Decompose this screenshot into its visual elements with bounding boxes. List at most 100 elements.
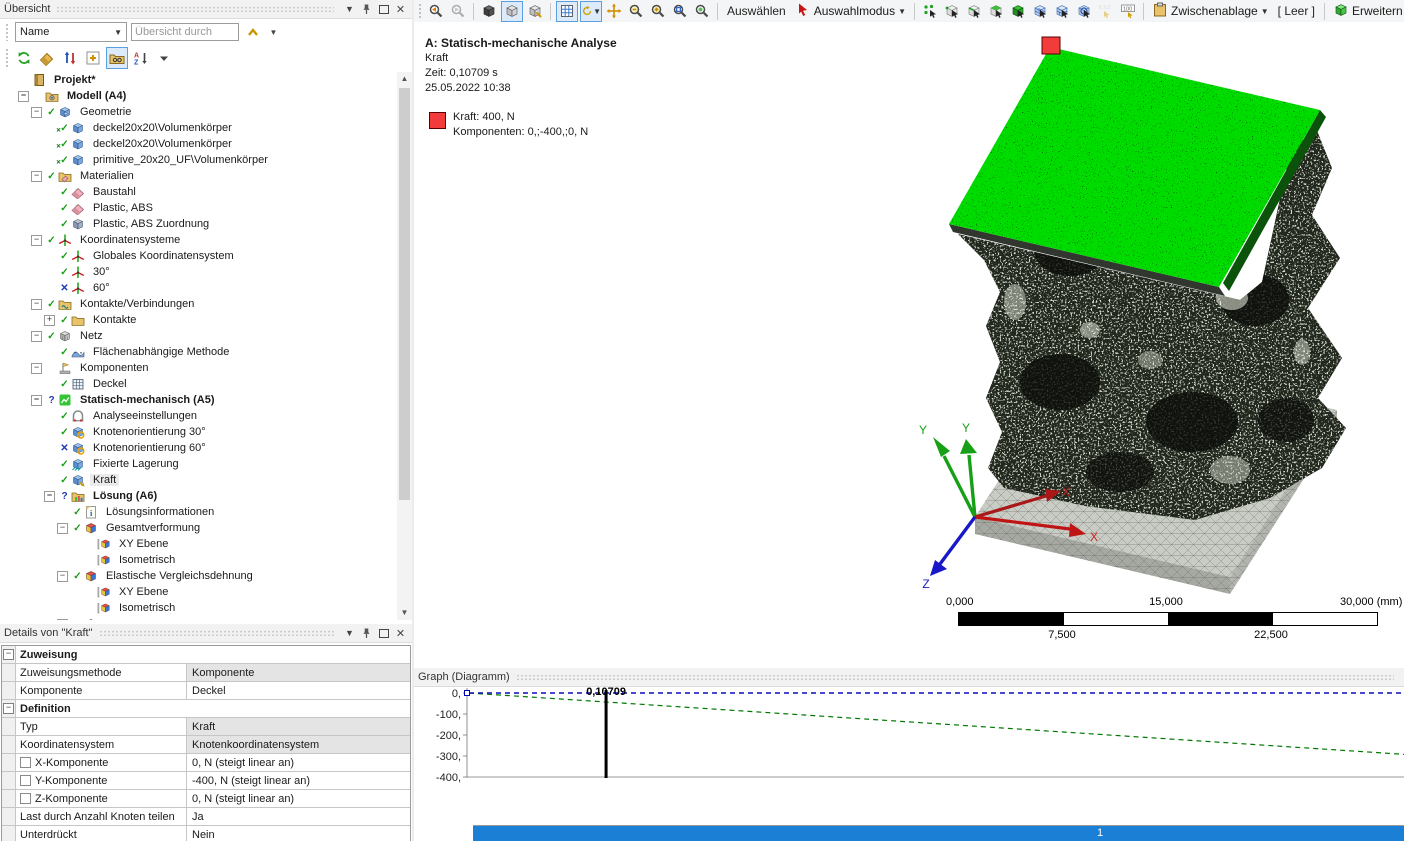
shaded-exterior-icon[interactable] [501, 0, 523, 22]
tree-item-deckel20x20-volumenk-rper[interactable]: ✓ deckel20x20\Volumenkörper [1, 120, 397, 136]
property-value[interactable]: Knotenkoordinatensystem [187, 736, 410, 753]
sort-icon[interactable] [60, 48, 80, 68]
tree-item-deckel[interactable]: ✓ Deckel [1, 376, 397, 392]
row-checkbox[interactable] [20, 757, 31, 768]
collapse-toggle[interactable]: − [31, 330, 42, 342]
property-value[interactable]: 0, N (steigt linear an) [187, 754, 410, 771]
selection-mode-dropdown[interactable]: Auswahlmodus ▼ [792, 2, 909, 21]
tree-item-kontakte[interactable]: + ✓ Kontakte [1, 312, 397, 328]
tree-item-kraft[interactable]: ✓ Kraft [1, 472, 397, 488]
filter-type-select[interactable]: Name ▼ [15, 22, 127, 42]
tree-item-netz[interactable]: − ✓ Netz [1, 328, 397, 344]
property-value[interactable]: -400, N (steigt linear an) [187, 772, 410, 789]
tree-scrollbar[interactable]: ▲ ▼ [397, 72, 412, 620]
property-value[interactable]: Nein [187, 826, 410, 841]
show-mesh-icon[interactable] [556, 0, 578, 22]
tree-item-60[interactable]: ✕ 60° [1, 280, 397, 296]
tree-item-koordinatensysteme[interactable]: − ✓ Koordinatensysteme [1, 232, 397, 248]
wireframe-icon[interactable] [525, 2, 545, 21]
zoom-out-icon[interactable] [626, 2, 646, 21]
tree-item-statisch-mechanisch-a5[interactable]: −? Statisch-mechanisch (A5) [1, 392, 397, 408]
property-value[interactable]: Ja [187, 808, 410, 825]
collapse-toggle[interactable]: − [31, 362, 42, 374]
select-mesh-element-icon[interactable] [1074, 2, 1094, 21]
toolbar-grip[interactable] [5, 48, 9, 67]
timeline-step-bar[interactable]: 1 [473, 825, 1404, 841]
collapse-toggle[interactable]: − [31, 394, 42, 406]
collapse-toggle[interactable]: − [31, 298, 42, 310]
collapse-toggle[interactable]: − [31, 234, 42, 246]
tree-item-analyseeinstellungen[interactable]: ✓ Analyseeinstellungen [1, 408, 397, 424]
outline-search-input[interactable] [131, 23, 239, 41]
tree-item-plastic-abs[interactable]: ✓ Plastic, ABS [1, 200, 397, 216]
refresh-icon[interactable] [14, 48, 34, 68]
expand-toggle[interactable]: + [44, 314, 55, 326]
select-vertex-icon[interactable] [942, 2, 962, 21]
collapse-toggle[interactable]: − [57, 618, 68, 620]
scroll-down-arrow[interactable]: ▼ [397, 606, 412, 620]
toolbar-grip[interactable] [418, 3, 422, 19]
collapse-section-toggle[interactable]: − [3, 703, 14, 714]
collapse-toggle[interactable]: − [44, 490, 55, 502]
tree-item-fixierte-lagerung[interactable]: ✓ Fixierte Lagerung [1, 456, 397, 472]
scroll-up-arrow[interactable]: ▲ [397, 72, 412, 86]
tree-item-plastic-abs-zuordnung[interactable]: ✓ Plastic, ABS Zuordnung [1, 216, 397, 232]
property-value[interactable]: Kraft [187, 718, 410, 735]
select-face-icon[interactable] [986, 2, 1006, 21]
pin-icon[interactable] [359, 626, 374, 640]
collapse-toggle[interactable]: − [57, 570, 68, 582]
extend-dropdown[interactable]: Erweitern▼ [1330, 2, 1404, 21]
tree-item-elastische-vergleichsdehnung[interactable]: − ✓ Elastische Vergleichsdehnung [1, 568, 397, 584]
filter-apply-button[interactable] [245, 25, 260, 39]
row-checkbox[interactable] [20, 775, 31, 786]
tree-item-isometrisch[interactable]: Isometrisch [1, 600, 397, 616]
row-checkbox[interactable] [20, 793, 31, 804]
tree-item-kontakte-verbindungen[interactable]: − ✓ Kontakte/Verbindungen [1, 296, 397, 312]
maximize-icon[interactable] [376, 2, 391, 16]
tree-item-knotenorientierung-60[interactable]: ✕ Knotenorientierung 60° [1, 440, 397, 456]
collapse-toggle[interactable]: − [31, 106, 42, 118]
tree-item-item[interactable]: − [1, 616, 397, 620]
flat-tree-icon[interactable] [106, 46, 128, 69]
collapse-section-toggle[interactable]: − [3, 649, 14, 660]
tree-item-l-sung-a6[interactable]: −? Lösung (A6) [1, 488, 397, 504]
tree-item-primitive-20x20-uf-volumenk-rper[interactable]: ✓ primitive_20x20_UF\Volumenkörper [1, 152, 397, 168]
tree-item-globales-koordinatensystem[interactable]: ✓ Globales Koordinatensystem [1, 248, 397, 264]
collapse-toggle[interactable]: − [18, 90, 29, 102]
box-zoom-icon[interactable] [670, 2, 690, 21]
pin-icon[interactable] [359, 2, 374, 16]
coordinates-icon[interactable]: X,Y,Z [1096, 2, 1116, 21]
clear-filter-icon[interactable] [37, 48, 57, 68]
tree-item-30[interactable]: ✓ 30° [1, 264, 397, 280]
select-mesh-face-icon[interactable] [1052, 2, 1072, 21]
select-mesh-node-icon[interactable] [1030, 2, 1050, 21]
select-body-icon[interactable] [1008, 2, 1028, 21]
tree-item-modell-a4[interactable]: − Modell (A4) [1, 88, 397, 104]
shaded-exterior-edges-icon[interactable] [479, 2, 499, 21]
tree-item-materialien[interactable]: − ✓ Materialien [1, 168, 397, 184]
tree-item-fl-chenabh-ngige-methode[interactable]: ✓ Flächenabhängige Methode [1, 344, 397, 360]
property-value[interactable]: Komponente [187, 664, 410, 681]
tree-item-xy-ebene[interactable]: XY Ebene [1, 536, 397, 552]
zoom-forward-icon[interactable] [448, 2, 468, 21]
close-icon[interactable]: ✕ [393, 626, 408, 640]
sort-az-icon[interactable]: AZ [131, 48, 151, 68]
graphics-viewport[interactable]: A: Statisch-mechanische Analyse Kraft Ze… [414, 22, 1404, 668]
select-by-id-icon[interactable]: 100 [1118, 2, 1138, 21]
tree-item-deckel20x20-volumenk-rper[interactable]: ✓ deckel20x20\Volumenkörper [1, 136, 397, 152]
scrollbar-thumb[interactable] [399, 88, 410, 500]
toolbar-grip[interactable] [5, 23, 9, 41]
extend-selection-icon[interactable] [920, 2, 940, 21]
chevron-down-icon[interactable]: ▼ [342, 2, 357, 16]
collapse-toggle[interactable]: − [31, 170, 42, 182]
tree-item-xy-ebene[interactable]: XY Ebene [1, 584, 397, 600]
tree-item-isometrisch[interactable]: Isometrisch [1, 552, 397, 568]
tree-item-baustahl[interactable]: ✓ Baustahl [1, 184, 397, 200]
pan-icon[interactable] [604, 2, 624, 21]
tree-item-geometrie[interactable]: − ✓ Geometrie [1, 104, 397, 120]
rotate-icon[interactable]: ▼ [580, 0, 602, 22]
tree-item-l-sungsinformationen[interactable]: ✓ i Lösungsinformationen [1, 504, 397, 520]
select-edge-icon[interactable] [964, 2, 984, 21]
close-icon[interactable]: ✕ [393, 2, 408, 16]
chevron-down-icon[interactable]: ▼ [266, 25, 281, 39]
